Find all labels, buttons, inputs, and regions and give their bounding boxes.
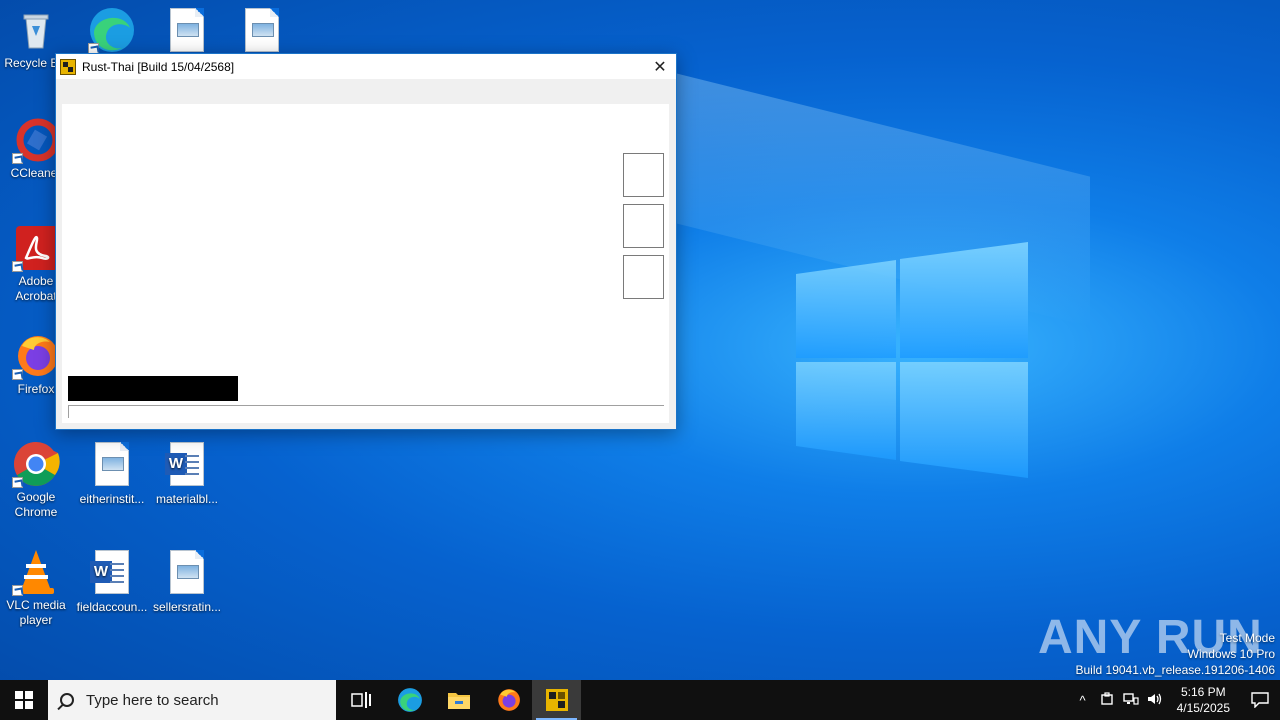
desktop-icon-word-doc-2[interactable]: W fieldaccoun... — [76, 548, 148, 615]
shortcut-arrow-icon — [12, 477, 23, 488]
windows-edition-text: Windows 10 Pro — [1187, 647, 1275, 661]
app-icon — [545, 689, 568, 711]
desktop-icon-label: eitherinstit... — [79, 492, 145, 506]
blank-button-1[interactable] — [623, 153, 664, 197]
word-doc-icon: W — [165, 442, 204, 486]
desktop-icon-word-doc-1[interactable]: W materialbl... — [151, 440, 223, 507]
window-title: Rust-Thai [Build 15/04/2568] — [82, 59, 235, 74]
recycle-bin-icon — [12, 6, 60, 54]
app-icon — [60, 58, 76, 75]
desktop-icon-label: materialbl... — [155, 492, 219, 506]
ccleaner-icon — [12, 116, 60, 164]
security-icon[interactable] — [1095, 691, 1119, 709]
taskbar-search-box[interactable]: Type here to search — [48, 680, 336, 720]
desktop-icon-label: fieldaccoun... — [76, 600, 148, 614]
blank-button-2[interactable] — [623, 204, 664, 248]
folder-icon — [447, 693, 470, 709]
taskbar: Type here to search ^ 5:16 PM 4/15/2025 — [0, 680, 1280, 720]
image-file-icon — [170, 550, 204, 594]
window-client-area — [62, 104, 669, 423]
task-view-button[interactable] — [336, 680, 385, 720]
vlc-icon — [12, 548, 60, 596]
search-icon — [60, 693, 74, 707]
shortcut-arrow-icon — [12, 153, 23, 164]
firefox-icon — [12, 332, 60, 380]
system-tray: ^ 5:16 PM 4/15/2025 — [1071, 680, 1280, 720]
clock-date: 4/15/2025 — [1176, 701, 1230, 715]
test-mode-text: Test Mode — [1219, 631, 1275, 645]
close-icon: ✕ — [653, 58, 667, 76]
taskbar-rust-thai-button[interactable] — [532, 680, 581, 720]
taskbar-firefox-button[interactable] — [483, 680, 532, 720]
chevron-up-icon[interactable]: ^ — [1071, 693, 1095, 708]
system-info: Test Mode Windows 10 Pro Build 19041.vb_… — [1076, 630, 1276, 678]
app-window[interactable]: Rust-Thai [Build 15/04/2568] ✕ — [55, 53, 677, 430]
divider-line — [68, 405, 664, 406]
desktop-icon-label: Google Chrome — [14, 490, 58, 519]
clock[interactable]: 5:16 PM 4/15/2025 — [1167, 684, 1240, 716]
firefox-icon — [497, 689, 520, 711]
desktop-icon-image-file-4[interactable]: sellersratin... — [151, 548, 223, 615]
action-center-button[interactable] — [1240, 680, 1280, 720]
desktop-icon-label: VLC media player — [6, 598, 66, 627]
taskbar-file-explorer-button[interactable] — [434, 680, 483, 720]
windows-wallpaper-logo — [796, 242, 1028, 478]
task-view-icon — [350, 692, 371, 708]
image-file-icon — [170, 8, 204, 52]
edge-icon — [397, 688, 422, 712]
desktop-icon-image-file-2[interactable] — [226, 6, 298, 52]
desktop-icon-image-file-3[interactable]: eitherinstit... — [76, 440, 148, 507]
word-doc-icon: W — [90, 550, 129, 594]
desktop-icon-vlc[interactable]: VLC media player — [0, 548, 72, 628]
blank-button-3[interactable] — [623, 255, 664, 299]
image-file-icon — [245, 8, 279, 52]
clock-time: 5:16 PM — [1180, 685, 1226, 699]
volume-icon[interactable] — [1143, 692, 1167, 709]
shortcut-arrow-icon — [12, 585, 23, 596]
shortcut-arrow-icon — [12, 369, 23, 380]
desktop-icon-label: sellersratin... — [152, 600, 222, 614]
network-icon[interactable] — [1119, 692, 1143, 709]
edge-icon — [88, 6, 136, 54]
divider-tick — [68, 405, 69, 418]
notification-icon — [1251, 692, 1269, 708]
desktop-icon-edge[interactable] — [76, 6, 148, 56]
build-text: Build 19041.vb_release.191206-1406 — [1075, 663, 1276, 677]
image-file-icon — [95, 442, 129, 486]
close-button[interactable]: ✕ — [644, 54, 676, 79]
chrome-icon — [12, 440, 60, 488]
desktop-icon-image-file-1[interactable] — [151, 6, 223, 52]
window-titlebar[interactable]: Rust-Thai [Build 15/04/2568] ✕ — [56, 54, 676, 79]
black-bar — [68, 376, 238, 401]
desktop-icon-chrome[interactable]: Google Chrome — [0, 440, 72, 520]
start-button[interactable] — [0, 680, 48, 720]
search-placeholder: Type here to search — [86, 691, 219, 709]
taskbar-edge-button[interactable] — [385, 680, 434, 720]
windows-start-icon — [15, 691, 33, 709]
acrobat-icon — [12, 224, 60, 272]
shortcut-arrow-icon — [12, 261, 23, 272]
